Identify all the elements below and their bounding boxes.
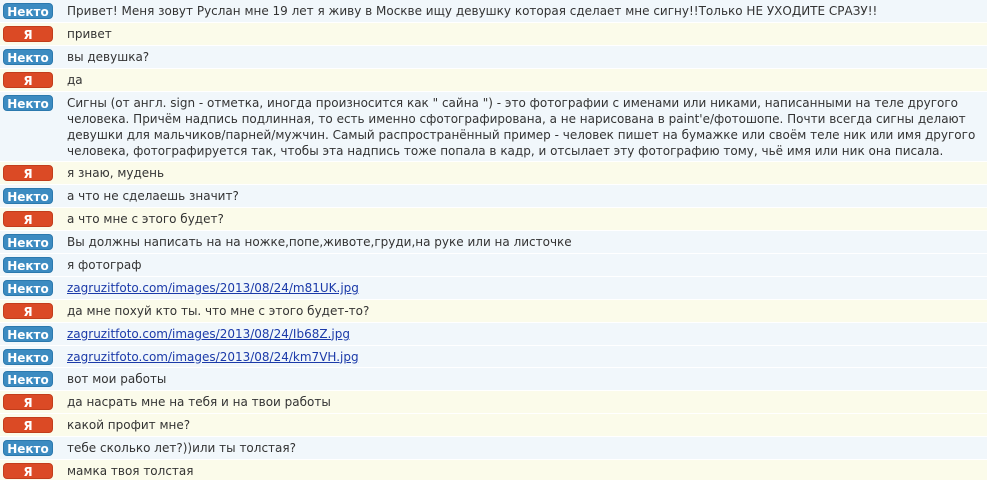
message-row-stranger: Некто а что не сделаешь значит? [0,185,987,209]
message-row-me: Яя знаю, мудень [0,162,987,186]
sender-badge-me: Я [3,394,53,411]
message-text: а что мне с этого будет? [67,212,224,227]
message-row-stranger: Некто вы девушка? [0,45,987,69]
sender-badge-me: Я [3,302,53,319]
sender-badge-me: Я [3,463,53,480]
message-row-stranger: Некто вот мои работы [0,368,987,392]
sender-badge-me: Я [3,71,53,88]
message-row-stranger: Некто Привет! Меня зовут Руслан мне 19 ле… [0,0,987,23]
message-text: я знаю, мудень [67,166,165,181]
message-text: Сигны (от англ. sign - отметка, иногда п… [67,95,976,158]
sender-badge-stranger: Некто [3,48,53,65]
sender-badge-stranger: Некто [3,325,53,342]
message-row-stranger: Некто я фотограф [0,254,987,277]
message-text: zagruzitfoto.com/images/2013/08/24/km7VH… [67,346,977,365]
message-text: вы девушка? [67,49,150,64]
message-text: мамка твоя толстая [67,464,194,479]
sender-badge-me: Я [3,417,53,434]
sender-badge-stranger: Некто [3,279,53,296]
sender-badge-me: Я [3,211,53,228]
sender-badge-stranger: Некто [3,3,53,19]
message-row-me: Яда насрать мне на тебя и на твои работы [0,391,987,415]
message-text: zagruzitfoto.com/images/2013/08/24/m81UK… [67,277,977,296]
message-text: да мне похуй кто ты. что мне с этого буд… [67,303,370,318]
message-row-stranger: Некто тебе сколько лет?))или ты толстая? [0,437,987,461]
message-text: да [67,72,83,87]
message-row-me: Ямамка твоя толстая [0,460,987,480]
message-text: zagruzitfoto.com/images/2013/08/24/Ib68Z… [67,323,977,342]
sender-badge-stranger: Некто [3,94,53,111]
message-text: я фотограф [67,258,142,273]
sender-badge-me: Я [3,25,53,42]
message-row-stranger: Некто zagruzitfoto.com/images/2013/08/24/… [0,345,987,369]
sender-badge-stranger: Некто [3,234,53,251]
sender-badge-me: Я [3,165,53,182]
message-text: привет [67,26,112,41]
message-row-me: Яа что мне с этого будет? [0,208,987,232]
message-text: тебе сколько лет?))или ты толстая? [67,441,296,456]
sender-badge-stranger: Некто [3,440,53,457]
message-text: какой профит мне? [67,418,191,433]
message-text: Вы должны написать на на ножке,попе,живо… [67,235,572,250]
message-text: а что не сделаешь значит? [67,189,239,204]
sender-badge-stranger: Некто [3,257,53,274]
message-row-stranger: Некто Вы должны написать на на ножке,попе… [0,231,987,255]
message-row-stranger: Некто zagruzitfoto.com/images/2013/08/24/… [0,276,987,300]
image-link[interactable]: zagruzitfoto.com/images/2013/08/24/m81UK… [67,281,359,295]
image-link[interactable]: zagruzitfoto.com/images/2013/08/24/Ib68Z… [67,327,350,341]
message-row-me: Якакой профит мне? [0,414,987,438]
message-row-stranger: Некто zagruzitfoto.com/images/2013/08/24/… [0,322,987,346]
message-text: да насрать мне на тебя и на твои работы [67,395,331,410]
message-row-me: Япривет [0,22,987,46]
message-row-stranger: Некто Сигны (от англ. sign - отметка, ино… [0,91,987,163]
message-text: вот мои работы [67,372,167,387]
sender-badge-stranger: Некто [3,371,53,388]
message-row-me: Яда [0,68,987,92]
sender-badge-stranger: Некто [3,188,53,205]
chat-log: Некто Привет! Меня зовут Руслан мне 19 ле… [0,0,987,480]
message-row-me: Яда мне похуй кто ты. что мне с этого бу… [0,299,987,323]
sender-badge-stranger: Некто [3,348,53,365]
image-link[interactable]: zagruzitfoto.com/images/2013/08/24/km7VH… [67,350,359,364]
message-text: Привет! Меня зовут Руслан мне 19 лет я ж… [67,4,878,18]
